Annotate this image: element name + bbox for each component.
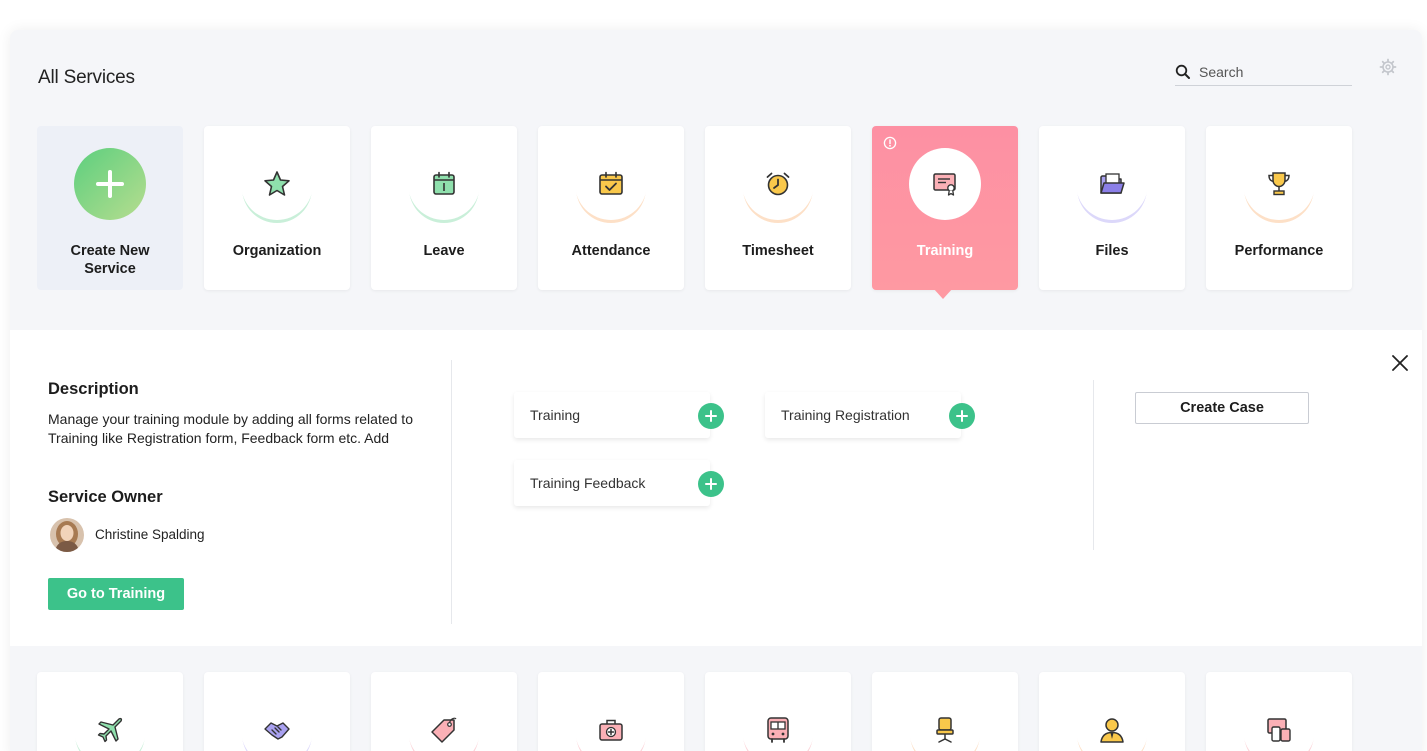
handshake-icon: [264, 722, 290, 740]
icon-circle: [575, 148, 647, 220]
bus-icon: [767, 717, 789, 743]
service-tile-timesheet[interactable]: Timesheet: [705, 126, 851, 290]
add-form-button[interactable]: [949, 403, 975, 429]
owner-name: Christine Spalding: [95, 527, 205, 542]
icon-circle: [1076, 694, 1148, 751]
service-tile-medical[interactable]: [538, 672, 684, 751]
create-new-service-tile[interactable]: Create New Service: [37, 126, 183, 290]
info-icon[interactable]: [883, 136, 897, 150]
plus-icon: [705, 478, 717, 490]
add-form-button[interactable]: [698, 471, 724, 497]
certificate-icon: [933, 173, 956, 196]
service-tile-files[interactable]: Files: [1039, 126, 1185, 290]
service-owner-heading: Service Owner: [48, 488, 163, 506]
close-icon[interactable]: [1391, 354, 1409, 372]
tile-label: Organization: [232, 243, 322, 259]
tile-label: Files: [1095, 243, 1129, 259]
plus-icon: [96, 170, 124, 198]
airplane-icon: [97, 717, 123, 743]
services-panel: All Services Create New Service: [10, 30, 1422, 751]
icon-circle: [241, 148, 313, 220]
go-to-training-button[interactable]: Go to Training: [48, 578, 184, 610]
service-tile-employee[interactable]: [1039, 672, 1185, 751]
service-tile-training[interactable]: Training: [872, 126, 1018, 290]
devices-icon: [1267, 718, 1291, 742]
description-heading: Description: [48, 380, 139, 398]
service-tile-performance[interactable]: Performance: [1206, 126, 1352, 290]
service-tile-workspace[interactable]: [872, 672, 1018, 751]
icon-circle: [575, 694, 647, 751]
icon-circle: [742, 694, 814, 751]
form-chip-training-feedback[interactable]: Training Feedback: [514, 460, 724, 506]
star-icon: [264, 171, 290, 196]
add-form-button[interactable]: [698, 403, 724, 429]
icon-circle: [241, 694, 313, 751]
office-chair-icon: [936, 717, 954, 743]
tile-label: Create New Service: [70, 243, 150, 277]
icon-circle: [408, 148, 480, 220]
calendar-check-icon: [599, 171, 623, 195]
create-circle: [74, 148, 146, 220]
divider: [1093, 380, 1094, 550]
search-icon: [1175, 64, 1190, 79]
service-tile-assets[interactable]: [1206, 672, 1352, 751]
calendar-icon: [433, 171, 455, 195]
service-tile-leave[interactable]: Leave: [371, 126, 517, 290]
medical-kit-icon: [599, 719, 623, 741]
service-detail-panel: Description Manage your training module …: [10, 330, 1422, 646]
alarm-clock-icon: [766, 172, 790, 196]
plus-icon: [956, 410, 968, 422]
search-box[interactable]: [1175, 58, 1352, 86]
service-tile-handshake[interactable]: [204, 672, 350, 751]
plus-icon: [705, 410, 717, 422]
create-case-button[interactable]: Create Case: [1135, 392, 1309, 424]
icon-circle: [1243, 694, 1315, 751]
folder-icon: [1100, 173, 1125, 194]
service-tile-tag[interactable]: [371, 672, 517, 751]
tag-icon: [431, 717, 457, 743]
tile-label: Performance: [1234, 243, 1324, 259]
description-text: Manage your training module by adding al…: [48, 411, 413, 446]
form-chip-training[interactable]: Training: [514, 392, 724, 438]
icon-circle: [909, 694, 981, 751]
icon-circle: [74, 694, 146, 751]
search-input[interactable]: [1199, 63, 1344, 80]
form-chip-label: Training: [530, 407, 581, 423]
gear-icon[interactable]: [1379, 58, 1397, 76]
tile-label: Training: [916, 243, 974, 259]
service-tile-travel[interactable]: [37, 672, 183, 751]
tile-label: Attendance: [571, 243, 651, 259]
icon-circle: [742, 148, 814, 220]
service-tile-attendance[interactable]: Attendance: [538, 126, 684, 290]
person-icon: [1100, 718, 1124, 743]
tile-label: Timesheet: [742, 243, 814, 259]
form-chip-training-registration[interactable]: Training Registration: [765, 392, 975, 438]
icon-circle: [1076, 148, 1148, 220]
form-chip-label: Training Feedback: [530, 475, 646, 491]
icon-circle: [408, 694, 480, 751]
active-tile-pointer: [933, 288, 953, 299]
divider: [451, 360, 452, 624]
icon-circle: [1243, 148, 1315, 220]
page-title: All Services: [38, 67, 135, 88]
icon-circle: [909, 148, 981, 220]
avatar: [50, 518, 84, 552]
tile-label: Leave: [423, 243, 465, 259]
service-tile-organization[interactable]: Organization: [204, 126, 350, 290]
form-chip-label: Training Registration: [781, 407, 910, 423]
service-tile-transport[interactable]: [705, 672, 851, 751]
trophy-icon: [1268, 172, 1290, 196]
